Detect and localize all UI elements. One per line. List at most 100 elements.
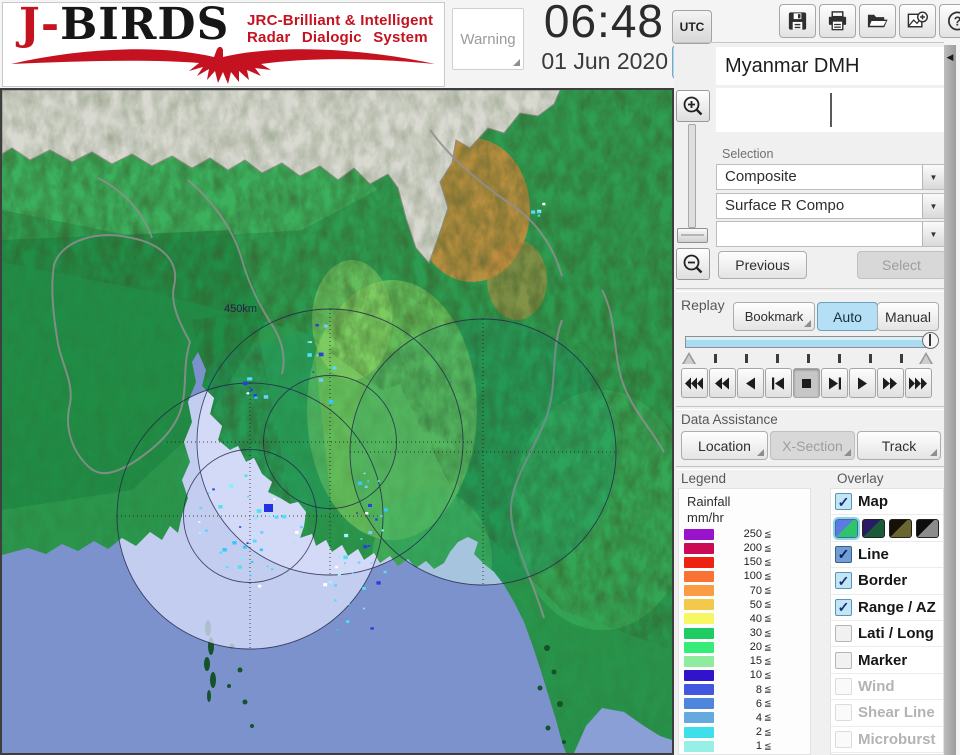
select-label: Select	[882, 257, 921, 273]
legend-lte-symbol: ≦	[764, 542, 772, 553]
track-button[interactable]: Track	[857, 431, 941, 460]
wind-checkbox[interactable]	[835, 677, 852, 695]
replay-slider-track[interactable]	[685, 336, 933, 348]
range-start-marker[interactable]	[682, 352, 696, 364]
legend-unit: mm/hr	[687, 510, 724, 525]
save-icon	[788, 12, 807, 30]
stop-button[interactable]	[793, 368, 820, 398]
bookmark-label: Bookmark	[744, 309, 804, 324]
rewind-button[interactable]	[709, 368, 736, 398]
selection-dropdown-2[interactable]: Surface R Compo ▼	[716, 193, 945, 219]
previous-button[interactable]: Previous	[718, 251, 807, 279]
legend-color-swatch	[684, 570, 714, 582]
save-button[interactable]	[779, 4, 816, 38]
skip-forward-icon	[908, 377, 927, 389]
map-style-swatch-1[interactable]	[833, 516, 860, 540]
border-checkbox[interactable]: ✓	[835, 572, 852, 590]
selection-dropdown-1[interactable]: Composite ▼	[716, 164, 945, 190]
legend-entry: 150 ≦	[681, 555, 807, 569]
radar-map[interactable]: 450km	[0, 88, 692, 755]
replay-tick	[838, 354, 841, 363]
legend-color-swatch	[684, 684, 714, 696]
overlay-row-marker[interactable]: Marker	[831, 647, 943, 674]
line-checkbox[interactable]: ✓	[835, 545, 852, 563]
line-label: Line	[858, 545, 889, 563]
overlay-label: Overlay	[837, 471, 884, 486]
divider	[676, 288, 944, 292]
overlay-row-map[interactable]: ✓ Map	[831, 489, 943, 516]
logo-subtitle: JRC-Brilliant & Intelligent Radar Dialog…	[247, 12, 433, 46]
capture-add-button[interactable]	[899, 4, 936, 38]
map-style-swatch-4[interactable]	[916, 518, 939, 538]
legend-panel: Rainfall mm/hr 250 ≦ 200 ≦ 150 ≦ 100 ≦ 70 ≦ 50 ≦ 40 ≦…	[678, 488, 811, 755]
logo-birds: BIRDS	[60, 0, 230, 50]
help-icon: ?	[948, 11, 960, 31]
fast-forward-button[interactable]	[877, 368, 904, 398]
range-end-marker[interactable]	[919, 352, 933, 364]
zoom-slider-track[interactable]	[688, 124, 696, 228]
toolbar: ?	[779, 4, 960, 38]
skip-forward-button[interactable]	[905, 368, 932, 398]
overlay-row-shear-line[interactable]: Shear Line	[831, 700, 943, 727]
location-button[interactable]: Location	[681, 431, 768, 460]
select-button[interactable]: Select	[857, 251, 946, 279]
chevron-down-icon[interactable]: ▼	[922, 222, 944, 246]
legend-value: 100	[743, 570, 762, 583]
help-button[interactable]: ?	[939, 4, 960, 38]
collapse-panel-icon[interactable]: ◀	[945, 52, 955, 63]
step-forward-button[interactable]	[821, 368, 848, 398]
manual-button[interactable]: Manual	[877, 302, 939, 331]
zoom-in-button[interactable]	[676, 90, 710, 122]
capture-add-icon	[907, 11, 928, 28]
legend-value: 30	[749, 627, 762, 640]
map-style-swatch-3[interactable]	[889, 518, 912, 538]
legend-entry: 15 ≦	[681, 654, 807, 668]
button-label: X-Section	[782, 437, 843, 454]
microburst-label: Microburst	[858, 730, 936, 748]
legend-value: 6	[755, 697, 762, 710]
play-reverse-button[interactable]	[737, 368, 764, 398]
chevron-down-icon[interactable]: ▼	[922, 165, 944, 189]
fast-rewind-button[interactable]	[681, 368, 708, 398]
app-logo: J-BIRDS	[19, 0, 229, 50]
logo-box: J-BIRDS JRC-Brilliant & Intelligent Rada…	[2, 0, 445, 87]
divider	[676, 406, 944, 410]
zoom-slider-handle[interactable]	[677, 228, 708, 243]
panel-scrollbar[interactable]	[944, 45, 956, 755]
range-az-checkbox[interactable]: ✓	[835, 598, 852, 616]
open-folder-icon	[867, 14, 888, 28]
divider	[676, 466, 944, 470]
play-button[interactable]	[849, 368, 876, 398]
marker-checkbox[interactable]	[835, 651, 852, 669]
bookmark-button[interactable]: Bookmark	[733, 302, 815, 331]
step-back-icon	[771, 377, 784, 389]
lati-long-checkbox[interactable]	[835, 625, 852, 643]
auto-button[interactable]: Auto	[817, 302, 878, 331]
overlay-row-line[interactable]: ✓ Line	[831, 542, 943, 569]
button-label: Location	[698, 437, 751, 454]
zoom-out-button[interactable]	[676, 248, 710, 280]
replay-slider-handle[interactable]	[922, 332, 939, 349]
map-style-swatch-2[interactable]	[862, 518, 885, 538]
station-input[interactable]	[716, 88, 945, 132]
microburst-checkbox[interactable]	[835, 730, 852, 748]
chevron-down-icon[interactable]: ▼	[922, 194, 944, 218]
map-checkbox[interactable]: ✓	[835, 493, 852, 511]
legend-entry: 100 ≦	[681, 569, 807, 583]
selection-dropdown-3[interactable]: ▼	[716, 221, 945, 247]
shear-line-checkbox[interactable]	[835, 704, 852, 722]
x-section-button[interactable]: X-Section	[770, 431, 855, 460]
manual-label: Manual	[885, 308, 931, 325]
overlay-row-border[interactable]: ✓ Border	[831, 568, 943, 595]
overlay-row-range-az[interactable]: ✓ Range / AZ	[831, 595, 943, 621]
legend-value: 10	[749, 669, 762, 682]
print-button[interactable]	[819, 4, 856, 38]
overlay-row-lati-long[interactable]: Lati / Long	[831, 621, 943, 648]
step-back-button[interactable]	[765, 368, 792, 398]
open-folder-button[interactable]	[859, 4, 896, 38]
overlay-row-microburst[interactable]: Microburst	[831, 727, 943, 753]
wind-label: Wind	[858, 677, 895, 695]
map-zoom-control	[676, 90, 710, 280]
timezone-utc-button[interactable]: UTC	[672, 10, 712, 44]
overlay-row-wind[interactable]: Wind	[831, 674, 943, 701]
